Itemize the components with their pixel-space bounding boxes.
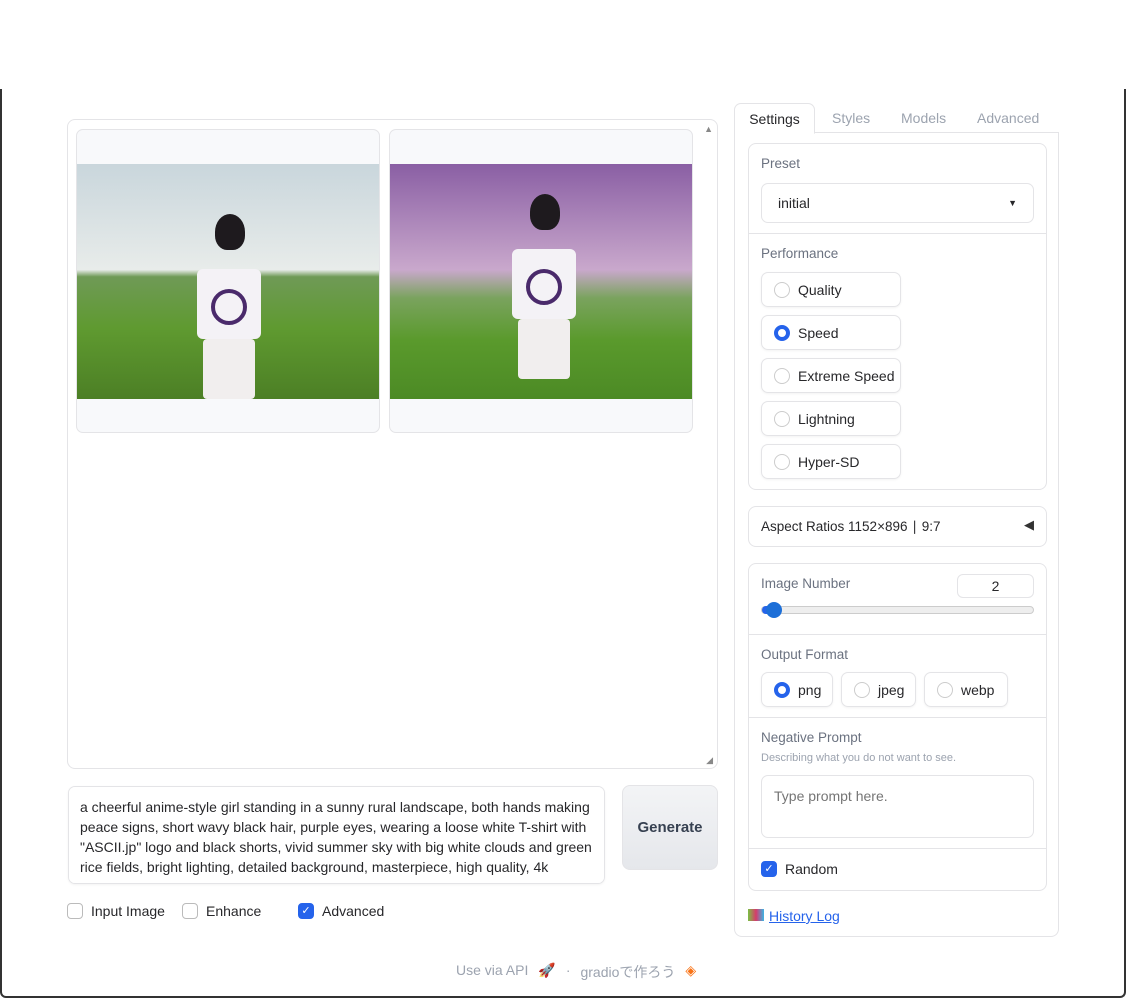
tab-bar: Settings Styles Models Advanced	[734, 103, 1059, 134]
dropdown-arrow-icon: ▼	[1008, 198, 1017, 208]
aspect-ratios-accordion[interactable]: Aspect Ratios 1152×896 ∣ 9:7 ◀	[748, 506, 1047, 547]
negative-prompt-label: Negative Prompt	[761, 730, 862, 745]
preset-label: Preset	[761, 156, 801, 171]
radio-icon	[774, 367, 790, 384]
performance-extreme-speed[interactable]: Extreme Speed	[761, 358, 901, 393]
generated-image-1	[77, 164, 379, 399]
performance-lightning[interactable]: Lightning	[761, 401, 901, 436]
radio-selected-icon	[774, 324, 790, 341]
history-log-link[interactable]: History Log	[748, 908, 840, 924]
format-webp[interactable]: webp	[924, 672, 1008, 707]
use-via-api-link[interactable]: Use via API	[456, 962, 528, 982]
scroll-up-icon[interactable]: ▲	[704, 124, 713, 134]
image-settings-card: Image Number 2 Output Format png jpeg we…	[748, 563, 1047, 891]
footer: Use via API 🚀 · gradioで作ろう ◈	[456, 962, 696, 982]
generated-image-2	[390, 164, 692, 399]
checkbox-label: Advanced	[322, 903, 385, 919]
settings-panel: Settings Styles Models Advanced Preset i…	[734, 103, 1059, 937]
enhance-checkbox[interactable]: Enhance	[182, 903, 261, 919]
negative-prompt-input[interactable]	[761, 775, 1034, 838]
output-gallery: ▲ ◢	[67, 119, 718, 769]
gradio-logo-icon: ◈	[685, 962, 697, 978]
image-number-input[interactable]: 2	[957, 574, 1034, 598]
gallery-thumb-2[interactable]	[389, 129, 693, 433]
radio-label: jpeg	[878, 681, 905, 698]
radio-icon	[937, 681, 953, 698]
books-icon	[748, 909, 764, 921]
checkbox-icon[interactable]	[67, 903, 83, 919]
performance-quality[interactable]: Quality	[761, 272, 901, 307]
radio-icon	[774, 281, 790, 298]
radio-label: Quality	[798, 281, 842, 298]
built-with-gradio-link[interactable]: gradioで作ろう	[580, 962, 675, 982]
checkbox-icon[interactable]	[182, 903, 198, 919]
prompt-input[interactable]: a cheerful anime-style girl standing in …	[68, 786, 605, 884]
preset-dropdown[interactable]: initial ▼	[761, 183, 1034, 223]
performance-label: Performance	[761, 246, 839, 261]
checkmark-icon[interactable]: ✓	[761, 861, 777, 877]
preset-performance-card: Preset initial ▼ Performance Quality Spee…	[748, 143, 1047, 490]
input-image-checkbox[interactable]: Input Image	[67, 903, 165, 919]
tab-settings[interactable]: Settings	[734, 103, 815, 134]
checkbox-label: Random	[785, 861, 838, 877]
radio-selected-icon	[774, 681, 790, 698]
history-log-label: History Log	[769, 908, 840, 924]
negative-prompt-info: Describing what you do not want to see.	[761, 752, 957, 764]
radio-label: Extreme Speed	[798, 367, 895, 384]
generate-button[interactable]: Generate	[622, 785, 718, 870]
radio-label: webp	[961, 681, 995, 698]
checkbox-label: Input Image	[91, 903, 165, 919]
tab-styles[interactable]: Styles	[832, 110, 870, 126]
performance-speed[interactable]: Speed	[761, 315, 901, 350]
image-number-slider[interactable]	[761, 602, 1034, 618]
tab-models[interactable]: Models	[901, 110, 946, 126]
footer-separator: ·	[565, 962, 571, 978]
advanced-checkbox[interactable]: ✓ Advanced	[298, 903, 384, 919]
slider-handle[interactable]	[766, 602, 782, 618]
random-checkbox[interactable]: ✓ Random	[761, 861, 838, 877]
tab-advanced[interactable]: Advanced	[977, 110, 1039, 126]
radio-label: Speed	[798, 324, 839, 341]
radio-icon	[774, 410, 790, 427]
format-png[interactable]: png	[761, 672, 833, 707]
checkmark-icon[interactable]: ✓	[298, 903, 314, 919]
radio-label: Lightning	[798, 410, 855, 427]
output-format-label: Output Format	[761, 647, 849, 662]
format-jpeg[interactable]: jpeg	[841, 672, 916, 707]
rocket-icon: 🚀	[538, 962, 556, 978]
image-number-label: Image Number	[761, 576, 851, 591]
performance-hyper-sd[interactable]: Hyper-SD	[761, 444, 901, 479]
radio-label: png	[798, 681, 822, 698]
radio-icon	[854, 681, 870, 698]
gallery-thumb-1[interactable]	[76, 129, 380, 433]
radio-label: Hyper-SD	[798, 453, 860, 470]
aspect-ratios-label: Aspect Ratios 1152×896 ∣ 9:7	[761, 519, 941, 534]
resize-handle-icon[interactable]: ◢	[706, 755, 713, 766]
radio-icon	[774, 453, 790, 470]
collapse-arrow-icon[interactable]: ◀	[1024, 517, 1034, 533]
preset-value: initial	[778, 195, 810, 211]
checkbox-label: Enhance	[206, 903, 262, 919]
